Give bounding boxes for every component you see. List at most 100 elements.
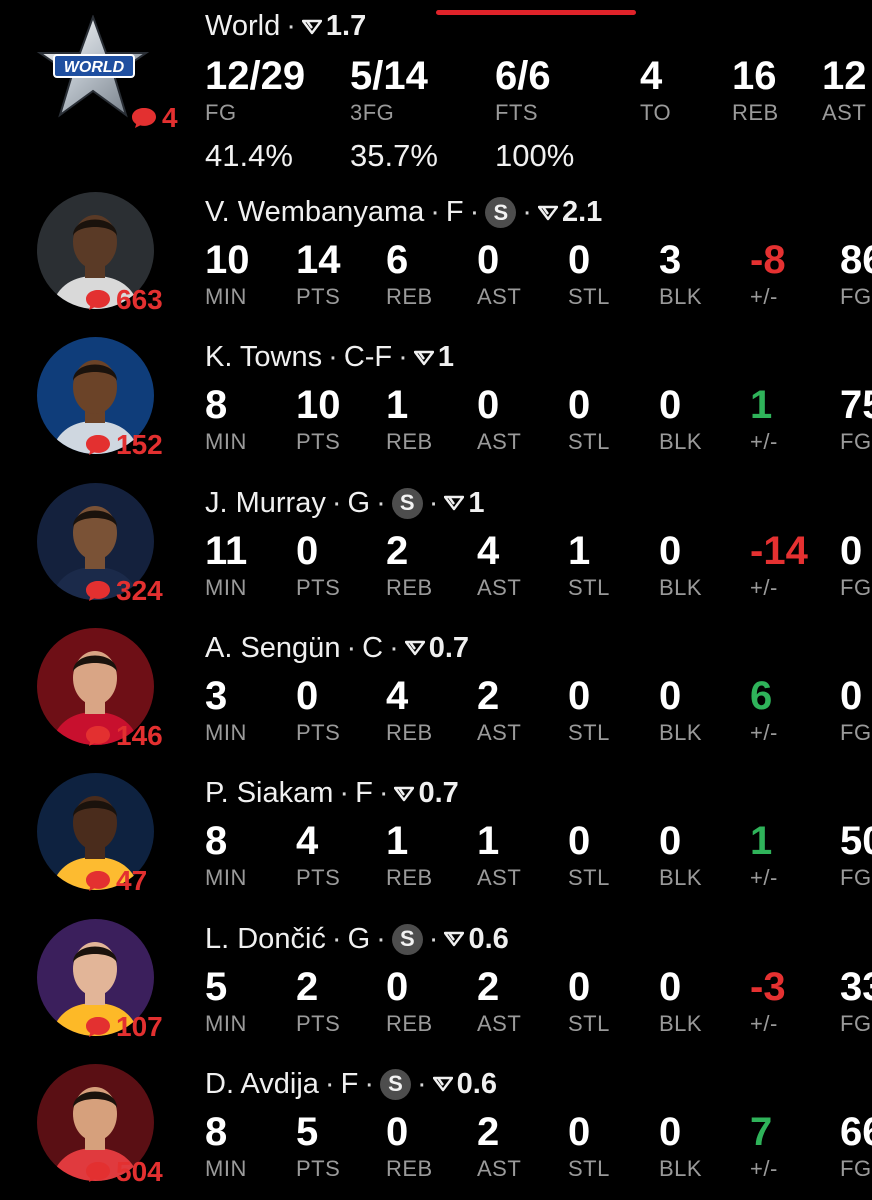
stat-value: 1: [386, 383, 409, 428]
player-name[interactable]: D. Avdija: [205, 1068, 319, 1101]
stat-label: +/-: [750, 1155, 778, 1181]
player-stat-min: 8 MIN: [205, 385, 247, 453]
speech-bubble-icon: [84, 579, 112, 603]
player-name[interactable]: V. Wembanyama: [205, 196, 424, 229]
stat-label: PTS: [296, 1010, 341, 1036]
player-row[interactable]: 146 A. Sengün · C · 0.7 3 MIN 0 PTS 4 REB 2 AST 0 STL 0 B…: [0, 616, 872, 761]
player-rating: 2.1: [537, 196, 602, 229]
player-comment-count[interactable]: 663: [84, 286, 163, 314]
stat-label: AST: [477, 865, 522, 891]
stat-label: BLK: [659, 1155, 703, 1181]
player-stat-min: 8 MIN: [205, 1112, 247, 1180]
stat-value: 2: [296, 964, 319, 1009]
player-comment-count[interactable]: 324: [84, 574, 163, 606]
team-comment-count[interactable]: 4: [130, 104, 178, 132]
team-stat-reb: 16 REB: [732, 56, 779, 124]
stat-label: FG: [840, 1155, 872, 1181]
player-stat-blk: 0 BLK: [659, 531, 702, 599]
stat-value: 0: [477, 383, 500, 428]
stat-label: MIN: [205, 719, 247, 745]
team-rating: 1.7: [301, 10, 367, 43]
stat-value: 16: [732, 54, 777, 98]
stat-value: 86: [840, 238, 872, 282]
player-stat-stl: 0 STL: [568, 821, 610, 889]
player-row[interactable]: 663 V. Wembanyama · F · S · 2.1 10 MIN 14 PTS 6 REB 0 A…: [0, 180, 872, 325]
stat-label: REB: [732, 100, 779, 125]
separator-dot: ·: [324, 1067, 335, 1100]
player-stat-ast: 4 AST: [477, 531, 521, 599]
stat-label: BLK: [659, 284, 703, 309]
player-stat-reb: 4 REB: [386, 676, 433, 744]
stat-value: 12: [822, 54, 867, 98]
player-comment-count[interactable]: 47: [84, 867, 147, 895]
player-title: L. Dončić · G · S · 0.6: [205, 923, 509, 956]
rating-value: 0.7: [428, 631, 470, 664]
stat-value: 0: [659, 964, 682, 1009]
stat-label: PTS: [296, 574, 341, 600]
rating-arrow-icon: [432, 1076, 453, 1092]
stat-value: 10: [205, 238, 250, 282]
player-comment-count[interactable]: 146: [84, 721, 163, 750]
player-comment-count[interactable]: 107: [84, 1012, 163, 1041]
player-row[interactable]: 152 K. Towns · C-F · 1 8 MIN 10 PTS 1 REB 0 AST 0 STL 0 B…: [0, 325, 872, 470]
player-stat-stl: 1 STL: [568, 531, 610, 599]
stat-label: STL: [568, 429, 610, 455]
separator-dot: ·: [331, 486, 342, 519]
player-name[interactable]: P. Siakam: [205, 777, 333, 810]
stat-value: 0: [296, 528, 319, 573]
player-stat-fg: 75FG: [840, 385, 872, 453]
player-rating: 0.7: [404, 631, 470, 665]
stat-label: STL: [568, 574, 610, 600]
player-row[interactable]: 324 J. Murray · G · S · 1 11 MIN 0 PTS 2 REB 4 AST 1 STL 0…: [0, 471, 872, 616]
player-stat-reb: 1 REB: [386, 821, 433, 889]
player-stat-ast: 2 AST: [477, 676, 521, 744]
stat-value: 4: [477, 528, 500, 573]
stat-label: BLK: [659, 1010, 703, 1036]
player-stat-ast: 0 AST: [477, 385, 521, 453]
rating-arrow-icon: [394, 786, 415, 802]
comment-count: 663: [116, 284, 163, 315]
rating-value: 0.7: [418, 777, 459, 810]
rating-value: 1.7: [325, 10, 367, 42]
speech-bubble-icon: [84, 1160, 112, 1184]
stat-label: REB: [386, 719, 433, 745]
player-title: P. Siakam · F · 0.7: [205, 777, 459, 810]
team-title: World · 1.7: [205, 10, 366, 43]
player-row[interactable]: 504 D. Avdija · F · S · 0.6 8 MIN 5 PTS 0 REB 2 AST 0 STL…: [0, 1052, 872, 1197]
stat-label: AST: [477, 284, 522, 309]
player-stat-: 1 +/-: [750, 821, 778, 889]
separator-dot: ·: [331, 922, 342, 955]
separator-dot: ·: [378, 777, 389, 810]
stat-value: 0: [386, 964, 409, 1009]
player-name[interactable]: J. Murray: [205, 487, 326, 520]
separator-dot: ·: [376, 922, 386, 955]
stat-label: STL: [568, 1155, 610, 1181]
stat-value: 0: [840, 528, 863, 573]
starter-badge: S: [391, 487, 423, 519]
comment-count: 324: [116, 574, 163, 606]
stat-label: PTS: [296, 865, 341, 891]
team-summary[interactable]: WORLD 4 World · 1.7 12/29 FG 5/14 3FG 6/6 FTS…: [0, 0, 872, 180]
player-comment-count[interactable]: 504: [84, 1157, 163, 1186]
stat-label: PTS: [296, 429, 341, 455]
separator-dot: ·: [522, 196, 532, 228]
player-stat-: -3 +/-: [750, 967, 786, 1035]
player-stat-ast: 2 AST: [477, 967, 521, 1035]
player-stat-blk: 0 BLK: [659, 676, 702, 744]
player-stat-reb: 2 REB: [386, 531, 433, 599]
rating-value: 1: [437, 341, 454, 374]
player-name[interactable]: K. Towns: [205, 341, 322, 374]
player-stat-reb: 6 REB: [386, 240, 433, 308]
speech-bubble-icon: [84, 1015, 112, 1039]
player-rating: 0.7: [394, 777, 459, 810]
player-row[interactable]: 47 P. Siakam · F · 0.7 8 MIN 4 PTS 1 REB 1 AST 0 STL 0 BL…: [0, 761, 872, 906]
stat-value: 0: [659, 528, 682, 573]
player-comment-count[interactable]: 152: [84, 431, 163, 459]
player-stat-fg: 33FG: [840, 967, 872, 1035]
player-name[interactable]: A. Sengün: [205, 632, 340, 665]
player-row[interactable]: 107 L. Dončić · G · S · 0.6 5 MIN 2 PTS 0 REB 2 AST 0 STL…: [0, 907, 872, 1052]
speech-bubble-icon: [130, 106, 158, 130]
player-name[interactable]: L. Dončić: [205, 923, 326, 956]
player-stat-fg: 50FG: [840, 821, 872, 889]
separator-dot: ·: [389, 631, 399, 664]
